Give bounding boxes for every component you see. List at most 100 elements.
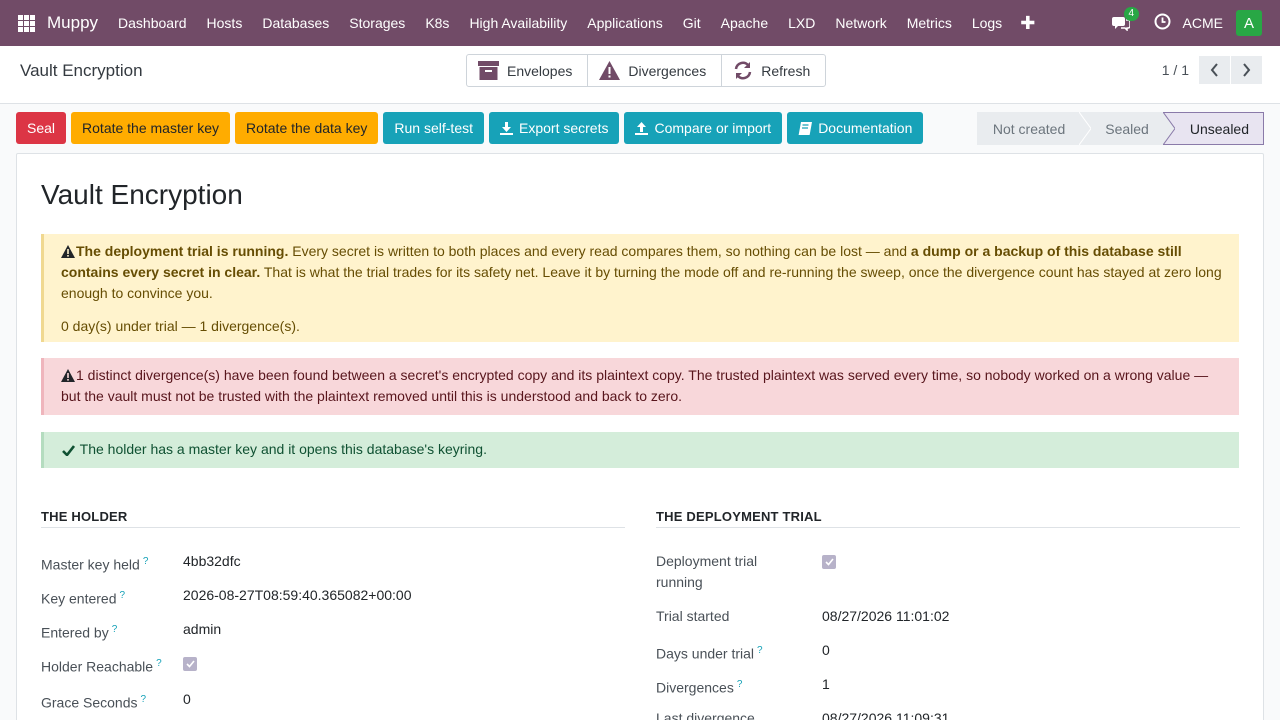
help-icon[interactable]: ? (143, 556, 149, 567)
refresh-icon (733, 61, 753, 80)
menu-metrics[interactable]: Metrics (897, 0, 962, 46)
menu-databases[interactable]: Databases (252, 0, 339, 46)
refresh-label: Refresh (761, 62, 811, 79)
trial-alert-text-1: Every secret is written to both places a… (288, 243, 911, 259)
holder-reachable-label: Holder Reachable? (41, 658, 162, 675)
messages-menu[interactable]: 4 (1111, 7, 1140, 31)
menu-git[interactable]: Git (673, 0, 711, 46)
menu-k8s[interactable]: K8s (415, 0, 459, 46)
key-entered-label: Key entered? (41, 590, 126, 607)
holder-success-alert: The holder has a master key and it opens… (41, 432, 1239, 468)
message-count-badge: 4 (1123, 7, 1140, 21)
stage-arrow-icon (1162, 112, 1175, 145)
chevron-left-icon (1210, 63, 1218, 77)
help-icon[interactable]: ? (737, 679, 743, 690)
pager-value[interactable]: 1 / 1 (1162, 62, 1189, 78)
stage-not-created[interactable]: Not created (976, 112, 1092, 145)
status-bar: Not created Sealed Unsealed (976, 112, 1264, 145)
divergence-danger-alert: 1 distinct divergence(s) have been found… (41, 358, 1239, 415)
seal-button[interactable]: Seal (16, 112, 67, 144)
divergence-alert-text: 1 distinct divergence(s) have been found… (61, 367, 1209, 404)
trial-warning-alert: The deployment trial is running. Every s… (41, 234, 1239, 342)
check-icon (62, 445, 75, 456)
trial-started-value: 08/27/2026 11:01:02 (822, 608, 950, 624)
menu-high-availability[interactable]: High Availability (459, 0, 577, 46)
master-key-label: Master key held? (41, 556, 149, 573)
help-icon[interactable]: ? (112, 624, 118, 635)
top-navbar: Muppy Dashboard Hosts Databases Storages… (0, 0, 1280, 46)
clock-icon[interactable] (1154, 13, 1171, 33)
navbar-systray: 4 ACME A (1111, 0, 1262, 46)
company-switcher[interactable]: ACME (1183, 15, 1223, 31)
envelopes-label: Envelopes (507, 62, 573, 79)
warning-icon (61, 245, 75, 258)
menu-logs[interactable]: Logs (962, 0, 1012, 46)
help-icon[interactable]: ? (156, 658, 162, 669)
run-self-test-button[interactable]: Run self-test (383, 112, 484, 144)
compare-or-import-label: Compare or import (654, 120, 772, 136)
compare-or-import-button[interactable]: Compare or import (624, 112, 783, 144)
divergences-value: 1 (822, 676, 830, 692)
menu-hosts[interactable]: Hosts (197, 0, 253, 46)
divergences-label: Divergences (628, 62, 707, 79)
menu-network[interactable]: Network (825, 0, 896, 46)
trial-summary: 0 day(s) under trial — 1 divergence(s). (61, 318, 300, 334)
help-icon[interactable]: ? (120, 590, 126, 601)
smart-buttons: Envelopes Divergences Refresh (466, 54, 827, 87)
menu-applications[interactable]: Applications (577, 0, 673, 46)
days-under-trial-value: 0 (822, 642, 830, 658)
main-menu: Dashboard Hosts Databases Storages K8s H… (108, 0, 1043, 46)
documentation-button[interactable]: Documentation (787, 112, 924, 144)
refresh-button[interactable]: Refresh (722, 55, 825, 86)
form-action-bar: Seal Rotate the master key Rotate the da… (16, 112, 928, 145)
export-secrets-label: Export secrets (519, 120, 609, 136)
stage-arrow-icon (1079, 112, 1092, 145)
stage-sealed-label: Sealed (1105, 120, 1149, 137)
pager: 1 / 1 (1162, 56, 1262, 84)
form-sheet: Vault Encryption The deployment trial is… (16, 153, 1264, 720)
menu-lxd[interactable]: LXD (778, 0, 825, 46)
download-icon (500, 121, 513, 135)
menu-apache[interactable]: Apache (711, 0, 778, 46)
holder-group-title: The Holder (41, 509, 625, 528)
trial-group-title: The Deployment Trial (656, 509, 1240, 528)
holder-alert-text: The holder has a master key and it opens… (79, 441, 487, 457)
help-icon[interactable]: ? (141, 694, 147, 705)
stage-not-created-label: Not created (992, 120, 1066, 137)
rotate-data-key-button[interactable]: Rotate the data key (234, 112, 379, 144)
holder-reachable-checkbox[interactable] (183, 653, 197, 671)
grace-seconds-value: 0 (183, 691, 191, 707)
pager-previous-button[interactable] (1199, 56, 1230, 84)
pager-next-button[interactable] (1231, 56, 1262, 84)
chevron-right-icon (1243, 63, 1251, 77)
menu-dashboard[interactable]: Dashboard (108, 0, 197, 46)
trial-running-checkbox[interactable] (822, 551, 836, 569)
menu-storages[interactable]: Storages (339, 0, 415, 46)
check-icon (824, 558, 834, 566)
entered-by-value: admin (183, 621, 222, 637)
documentation-label: Documentation (818, 120, 913, 136)
envelopes-button[interactable]: Envelopes (467, 55, 589, 86)
upload-icon (635, 121, 649, 135)
export-secrets-button[interactable]: Export secrets (489, 112, 620, 144)
grace-seconds-label: Grace Seconds? (41, 694, 147, 711)
divergences-button[interactable]: Divergences (588, 55, 723, 86)
stage-sealed[interactable]: Sealed (1079, 112, 1175, 145)
help-icon[interactable]: ? (757, 645, 763, 656)
last-divergence-label: Last divergence (656, 710, 755, 720)
days-under-trial-label: Days under trial? (656, 645, 763, 662)
entered-by-label: Entered by? (41, 624, 118, 641)
warning-icon (599, 61, 621, 80)
stage-unsealed[interactable]: Unsealed (1162, 112, 1264, 145)
user-avatar[interactable]: A (1236, 10, 1262, 36)
holder-group: The Holder Master key held? 4bb32dfc Key… (41, 509, 625, 711)
plus-icon[interactable]: ✚ (1012, 13, 1043, 34)
breadcrumb: Vault Encryption (20, 61, 143, 80)
rotate-master-key-button[interactable]: Rotate the master key (71, 112, 230, 144)
last-divergence-value: 08/27/2026 11:09:31 (822, 710, 950, 720)
brand-name[interactable]: Muppy (47, 13, 98, 33)
trial-running-label: Deployment trial running (656, 553, 758, 590)
apps-grid-icon[interactable] (18, 14, 35, 32)
book-icon (798, 121, 813, 135)
deployment-trial-group: The Deployment Trial Deployment trial run… (656, 509, 1240, 720)
